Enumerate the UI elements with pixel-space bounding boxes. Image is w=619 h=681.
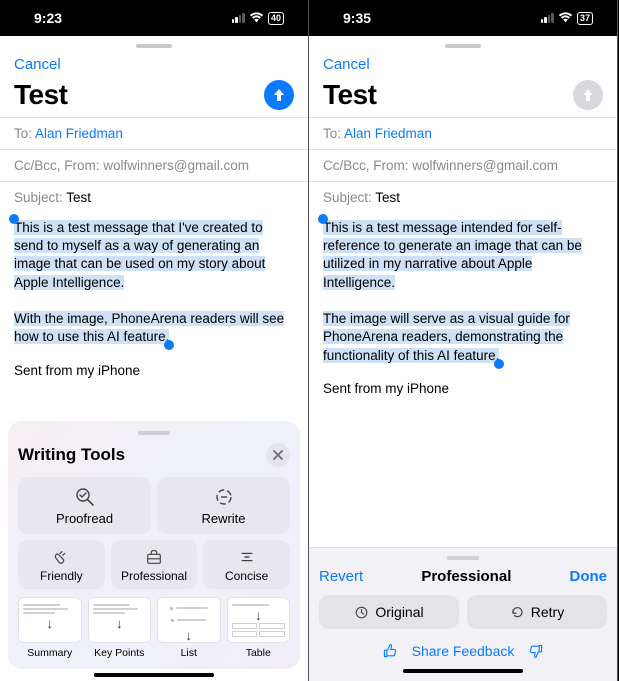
signal-icon (541, 13, 554, 23)
sheet-handle[interactable] (0, 36, 308, 56)
review-panel: Revert Professional Done Original Retry … (309, 547, 617, 681)
to-field[interactable]: To: Alan Friedman (0, 117, 308, 149)
keypoints-button[interactable]: ↓ Key Points (88, 597, 152, 659)
compose-topbar: Cancel (309, 56, 617, 79)
concise-icon (238, 548, 256, 566)
clock-arrow-icon (354, 605, 369, 620)
wifi-icon (558, 12, 573, 24)
selection-handle-end-icon[interactable] (494, 359, 504, 369)
title-bar: Test (0, 79, 308, 117)
arrow-up-icon (580, 87, 596, 103)
keypoints-thumb-icon: ↓ (88, 597, 152, 643)
writing-tools-panel: Writing Tools Proofread Rewrite Friendly (8, 421, 300, 669)
send-button[interactable] (264, 80, 294, 110)
share-feedback-button[interactable]: Share Feedback (412, 643, 515, 659)
review-title: Professional (421, 568, 511, 585)
to-field[interactable]: To: Alan Friedman (309, 117, 617, 149)
concise-button[interactable]: Concise (203, 540, 290, 589)
home-indicator[interactable] (94, 673, 214, 677)
table-button[interactable]: ↓ Table (227, 597, 291, 659)
send-button[interactable] (573, 80, 603, 110)
rewrite-button[interactable]: Rewrite (157, 477, 290, 534)
signature: Sent from my iPhone (309, 371, 617, 406)
wave-icon (52, 548, 70, 566)
cancel-button[interactable]: Cancel (323, 56, 370, 73)
done-button[interactable]: Done (570, 568, 608, 585)
wifi-icon (249, 12, 264, 24)
share-feedback-row: Share Feedback (319, 639, 607, 665)
cc-from-field[interactable]: Cc/Bcc, From: wolfwinners@gmail.com (309, 149, 617, 181)
recipient-chip[interactable]: Alan Friedman (344, 126, 432, 141)
summary-button[interactable]: ↓ Summary (18, 597, 82, 659)
proofread-button[interactable]: Proofread (18, 477, 151, 534)
status-time: 9:23 (34, 10, 62, 26)
close-button[interactable] (266, 443, 290, 467)
thumbs-up-icon[interactable] (382, 643, 398, 659)
list-thumb-icon: ↓ (157, 597, 221, 643)
phone-right: 9:35 37 Cancel Test To: Alan Friedman Cc… (309, 0, 618, 681)
signal-icon (232, 13, 245, 23)
status-time: 9:35 (343, 10, 371, 26)
friendly-button[interactable]: Friendly (18, 540, 105, 589)
original-button[interactable]: Original (319, 595, 459, 629)
sheet-handle[interactable] (309, 36, 617, 56)
briefcase-icon (145, 548, 163, 566)
retry-button[interactable]: Retry (467, 595, 607, 629)
summary-thumb-icon: ↓ (18, 597, 82, 643)
subject-field[interactable]: Subject: Test (0, 181, 308, 213)
selection-handle-end-icon[interactable] (164, 340, 174, 350)
close-icon (273, 450, 283, 460)
status-right: 40 (232, 12, 284, 25)
list-button[interactable]: ↓ List (157, 597, 221, 659)
writing-tools-title: Writing Tools (18, 445, 125, 465)
status-bar: 9:23 40 (0, 0, 308, 36)
cancel-button[interactable]: Cancel (14, 56, 61, 73)
subject-field[interactable]: Subject: Test (309, 181, 617, 213)
recipient-chip[interactable]: Alan Friedman (35, 126, 123, 141)
cc-from-field[interactable]: Cc/Bcc, From: wolfwinners@gmail.com (0, 149, 308, 181)
title-bar: Test (309, 79, 617, 117)
arrow-up-icon (271, 87, 287, 103)
status-bar: 9:35 37 (309, 0, 617, 36)
selection-handle-start-icon[interactable] (318, 214, 328, 224)
rewrite-icon (214, 487, 234, 507)
home-indicator[interactable] (403, 669, 523, 673)
panel-handle-icon[interactable] (447, 556, 479, 560)
signature: Sent from my iPhone (0, 353, 308, 388)
selection-handle-start-icon[interactable] (9, 214, 19, 224)
professional-button[interactable]: Professional (111, 540, 198, 589)
panel-handle-icon[interactable] (138, 431, 170, 435)
status-right: 37 (541, 12, 593, 25)
compose-title: Test (323, 79, 377, 111)
email-body[interactable]: This is a test message that I've created… (0, 213, 308, 353)
battery-icon: 37 (577, 12, 593, 25)
magnifier-check-icon (75, 487, 95, 507)
thumbs-down-icon[interactable] (528, 643, 544, 659)
revert-button[interactable]: Revert (319, 568, 363, 585)
email-body[interactable]: This is a test message intended for self… (309, 213, 617, 371)
compose-title: Test (14, 79, 68, 111)
retry-icon (510, 605, 525, 620)
battery-icon: 40 (268, 12, 284, 25)
table-thumb-icon: ↓ (227, 597, 291, 643)
phone-left: 9:23 40 Cancel Test To: Alan Friedman Cc… (0, 0, 309, 681)
compose-topbar: Cancel (0, 56, 308, 79)
